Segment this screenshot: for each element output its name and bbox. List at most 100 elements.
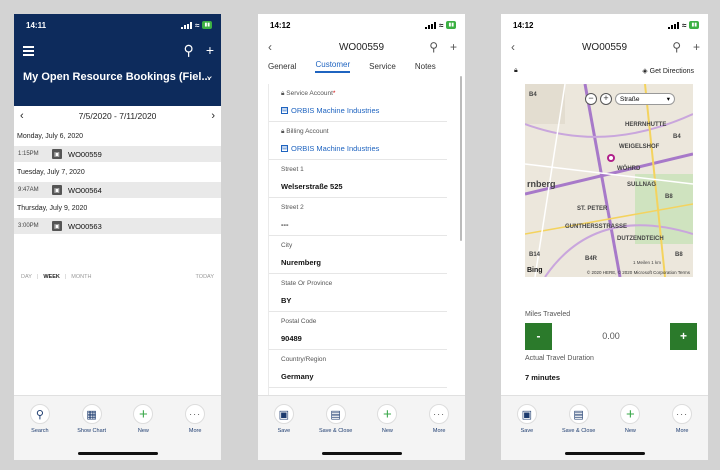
work-order-icon: ▣ [52, 149, 62, 159]
service-account-link[interactable]: ▤ ORBIS Machine Industries [281, 106, 447, 115]
account-icon: ▤ [281, 145, 288, 152]
tab-general[interactable]: General [268, 62, 296, 71]
save-button[interactable]: ▣ Save [260, 404, 308, 460]
battery-icon: ▮▮ [202, 21, 212, 29]
home-indicator [77, 452, 158, 455]
map-view[interactable]: − + Straße ▾ HERRNHUTTE WEIGELSHOF WÖHRD … [525, 84, 693, 277]
hamburger-menu-icon[interactable] [23, 46, 34, 58]
field-city[interactable]: City Nuremberg [269, 236, 447, 274]
signal-icon [425, 21, 437, 29]
get-directions-link[interactable]: ◈ Get Directions [642, 67, 694, 75]
map-label: B4 [529, 92, 537, 98]
map-label: WEIGELSHOF [619, 144, 660, 150]
travel-duration-field[interactable]: Actual Travel Duration 7 minutes [525, 355, 697, 382]
battery-icon: ▮▮ [689, 21, 699, 29]
booking-row[interactable]: 9:47AM ▣ WO00564 [14, 182, 221, 198]
day-header: Thursday, July 9, 2020 [17, 205, 88, 212]
map-label: B8 [665, 194, 673, 200]
app-header: ⚲ + My Open Resource Bookings (Fiel... ⌄ [14, 36, 221, 106]
date-range-nav: ‹ 7/5/2020 - 7/11/2020 › [14, 106, 221, 126]
map-style-select[interactable]: Straße ▾ [615, 93, 675, 105]
phone-work-order-map: 14:12 ≈ ▮▮ ‹ WO00559 ⚲ + 🔒︎ ◈ Get Direct… [501, 14, 708, 460]
field-service-account: 🔒︎ Service Account* ▤ ORBIS Machine Indus… [269, 84, 447, 122]
map-label: rnberg [527, 179, 556, 189]
view-selector-title[interactable]: My Open Resource Bookings (Fiel... [23, 71, 211, 83]
scrollbar[interactable] [460, 76, 462, 241]
plus-icon: + [377, 404, 398, 424]
more-button[interactable]: ··· More [415, 404, 463, 460]
directions-icon: ◈ [642, 68, 648, 75]
miles-value[interactable]: 0.00 [602, 331, 620, 341]
range-week[interactable]: WEEK [43, 274, 60, 280]
search-icon: ⚲ [29, 404, 50, 424]
tab-notes[interactable]: Notes [415, 62, 436, 71]
search-icon[interactable]: ⚲ [429, 40, 438, 54]
map-scale: 1 Meilen 1 km [633, 260, 662, 265]
map-label: ST. PETER [577, 206, 608, 212]
tab-service[interactable]: Service [369, 62, 396, 71]
status-bar: 14:12 ≈ ▮▮ [258, 14, 465, 36]
field-postal-code[interactable]: Postal Code 90489 [269, 312, 447, 350]
map-copyright: © 2020 HERE, © 2020 Microsoft Corporatio… [586, 270, 690, 275]
more-button[interactable]: ··· More [658, 404, 706, 460]
increment-button[interactable]: + [670, 322, 697, 350]
day-header: Tuesday, July 7, 2020 [17, 169, 85, 176]
more-button[interactable]: ··· More [171, 404, 219, 460]
booking-row[interactable]: 1:15PM ▣ WO00559 [14, 146, 221, 162]
search-icon[interactable]: ⚲ [184, 42, 194, 59]
range-month[interactable]: MONTH [71, 274, 91, 280]
lock-icon: 🔒︎ [514, 67, 518, 74]
command-bar: ▣ Save ▤ Save & Close + New ··· More [501, 395, 708, 460]
date-range-label: 7/5/2020 - 7/11/2020 [78, 111, 157, 121]
form-header: ‹ WO00559 ⚲ + [258, 36, 465, 58]
zoom-in-button[interactable]: + [600, 93, 612, 105]
search-icon[interactable]: ⚲ [672, 40, 681, 54]
record-title: WO00559 [581, 41, 628, 53]
range-day[interactable]: DAY [21, 274, 32, 280]
save-icon: ▣ [516, 404, 537, 424]
add-icon[interactable]: + [206, 42, 214, 59]
wifi-icon: ≈ [195, 20, 200, 30]
miles-traveled-section: Miles Traveled - 0.00 + Actual Travel Du… [525, 311, 697, 382]
save-icon: ▣ [273, 404, 294, 424]
map-label: HERRNHUTTE [625, 122, 667, 128]
field-street2[interactable]: Street 2 --- [269, 198, 447, 236]
chevron-down-icon: ▾ [666, 96, 670, 103]
status-time: 14:12 [513, 20, 534, 30]
map-label: B8 [675, 252, 683, 258]
more-icon: ··· [185, 404, 206, 424]
lock-icon: 🔒︎ [281, 90, 285, 97]
day-header: Monday, July 6, 2020 [17, 133, 84, 140]
command-bar: ⚲ Search ▦ Show Chart + New ··· More [14, 395, 221, 460]
chevron-down-icon[interactable]: ⌄ [205, 69, 214, 82]
billing-account-link[interactable]: ▤ ORBIS Machine Industries [281, 144, 447, 153]
save-button[interactable]: ▣ Save [503, 404, 551, 460]
tab-customer[interactable]: Customer [315, 60, 351, 73]
phone-bookings-list: 14:11 ≈ ▮▮ ⚲ + My Open Resource Bookings… [14, 14, 221, 460]
chart-icon: ▦ [81, 404, 102, 424]
back-icon[interactable]: ‹ [511, 40, 515, 54]
range-selector: DAY | WEEK | MONTH TODAY [21, 274, 214, 280]
search-button[interactable]: ⚲ Search [16, 404, 64, 460]
field-street1[interactable]: Street 1 Welserstraße 525 [269, 160, 447, 198]
home-indicator [564, 452, 645, 455]
battery-icon: ▮▮ [446, 21, 456, 29]
add-icon[interactable]: + [450, 40, 457, 54]
add-icon[interactable]: + [693, 40, 700, 54]
miles-stepper: - 0.00 + [525, 322, 697, 350]
chevron-left-icon[interactable]: ‹ [20, 110, 24, 122]
back-icon[interactable]: ‹ [268, 40, 272, 54]
field-state[interactable]: State Or Province BY [269, 274, 447, 312]
chevron-right-icon[interactable]: › [211, 110, 215, 122]
field-country[interactable]: Country/Region Germany [269, 350, 447, 388]
more-icon: ··· [672, 404, 693, 424]
zoom-out-button[interactable]: − [585, 93, 597, 105]
status-bar: 14:11 ≈ ▮▮ [14, 14, 221, 36]
wifi-icon: ≈ [682, 20, 687, 30]
booking-row[interactable]: 3:00PM ▣ WO00563 [14, 218, 221, 234]
status-bar: 14:12 ≈ ▮▮ [501, 14, 708, 36]
field-billing-account: 🔒︎ Billing Account ▤ ORBIS Machine Indust… [269, 122, 447, 160]
directions-row: 🔒︎ ◈ Get Directions [514, 65, 694, 77]
today-button[interactable]: TODAY [196, 274, 214, 280]
decrement-button[interactable]: - [525, 322, 552, 350]
